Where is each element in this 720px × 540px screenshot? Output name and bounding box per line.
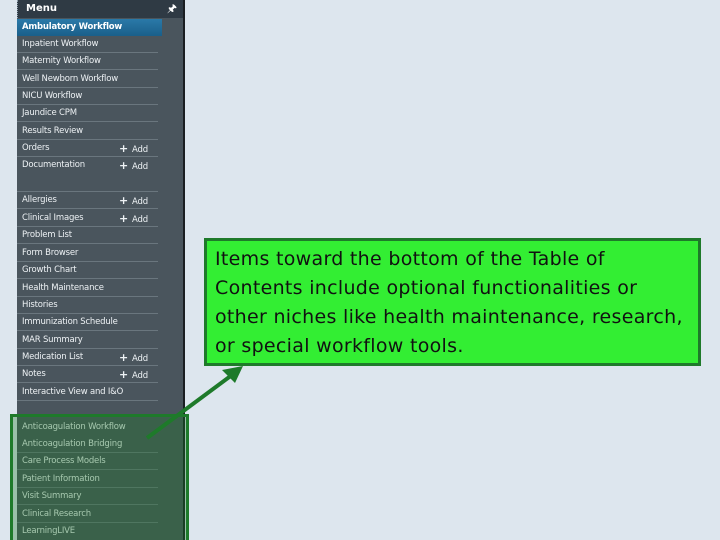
menu-item-label: Jaundice CPM [22,108,77,118]
menu-title: Menu [26,3,57,14]
menu-item-immunization-schedule[interactable]: Immunization Schedule [17,314,158,331]
menu-item-label: Orders [22,143,50,153]
menu-item-health-maintenance[interactable]: Health Maintenance [17,280,158,297]
menu-header: Menu 🖈︎ [17,0,183,18]
add-label: Add [132,197,148,207]
menu-item-label: Interactive View and I&O [22,387,124,397]
menu-item-ambulatory-workflow[interactable]: Ambulatory Workflow [17,19,162,36]
menu-item-label: Results Review [22,126,83,136]
menu-item-label: Form Browser [22,248,79,258]
menu-item-label: Well Newborn Workflow [22,74,118,84]
menu-item-label: Maternity Workflow [22,56,101,66]
highlight-box [10,414,189,540]
menu-item-maternity-workflow[interactable]: Maternity Workflow [17,53,158,70]
plus-icon: + [119,194,129,207]
menu-item-histories[interactable]: Histories [17,297,158,314]
menu-item-documentation[interactable]: Documentation + Add [17,157,158,192]
plus-icon: + [119,212,129,225]
add-label: Add [132,354,148,364]
menu-item-label: Documentation [22,160,85,170]
arrow-head [222,366,243,383]
add-label: Add [132,371,148,381]
menu-item-form-browser[interactable]: Form Browser [17,245,158,262]
menu-item-label: Histories [22,300,58,310]
menu-item-label: Ambulatory Workflow [22,22,123,32]
menu-item-problem-list[interactable]: Problem List [17,227,158,244]
plus-icon: + [119,351,129,364]
add-label: Add [132,162,148,172]
menu-item-jaundice-cpm[interactable]: Jaundice CPM [17,105,158,122]
menu-item-medication-list[interactable]: Medication List + Add [17,349,158,366]
documentation-add-button[interactable]: + Add [119,157,148,176]
add-label: Add [132,145,148,155]
menu-item-growth-chart[interactable]: Growth Chart [17,262,158,279]
menu-item-nicu-workflow[interactable]: NICU Workflow [17,88,158,105]
menu-item-label: Health Maintenance [22,283,104,293]
menu-item-label: Clinical Images [22,213,84,223]
menu-item-label: Medication List [22,352,84,362]
menu-item-label: Inpatient Workflow [22,39,99,49]
menu-item-label: MAR Summary [22,335,83,345]
menu-item-allergies[interactable]: Allergies + Add [17,192,158,209]
allergies-add-button[interactable]: + Add [119,192,148,211]
menu-item-orders[interactable]: Orders + Add [17,140,158,157]
menu-item-inpatient-workflow[interactable]: Inpatient Workflow [17,36,158,53]
plus-icon: + [119,142,129,155]
menu-item-label: Growth Chart [22,265,77,275]
menu-item-results-review[interactable]: Results Review [17,123,158,140]
menu-item-notes[interactable]: Notes + Add [17,366,158,383]
callout-box: Items toward the bottom of the Table of … [204,238,701,366]
menu-item-label: Problem List [22,230,72,240]
pin-icon[interactable]: 🖈︎ [167,0,177,18]
menu-item-mar-summary[interactable]: MAR Summary [17,332,158,349]
menu-item-clinical-images[interactable]: Clinical Images + Add [17,210,158,227]
menu-item-label: Notes [22,369,46,379]
menu-item-label: Immunization Schedule [22,317,118,327]
menu-item-label: NICU Workflow [22,91,83,101]
menu-item-interactive-view[interactable]: Interactive View and I&O [17,384,158,401]
callout-text: Items toward the bottom of the Table of … [215,248,683,357]
plus-icon: + [119,159,129,172]
menu-item-well-newborn-workflow[interactable]: Well Newborn Workflow [17,71,158,88]
menu-item-label: Allergies [22,195,57,205]
plus-icon: + [119,368,129,381]
add-label: Add [132,215,148,225]
notes-add-button[interactable]: + Add [119,366,148,385]
